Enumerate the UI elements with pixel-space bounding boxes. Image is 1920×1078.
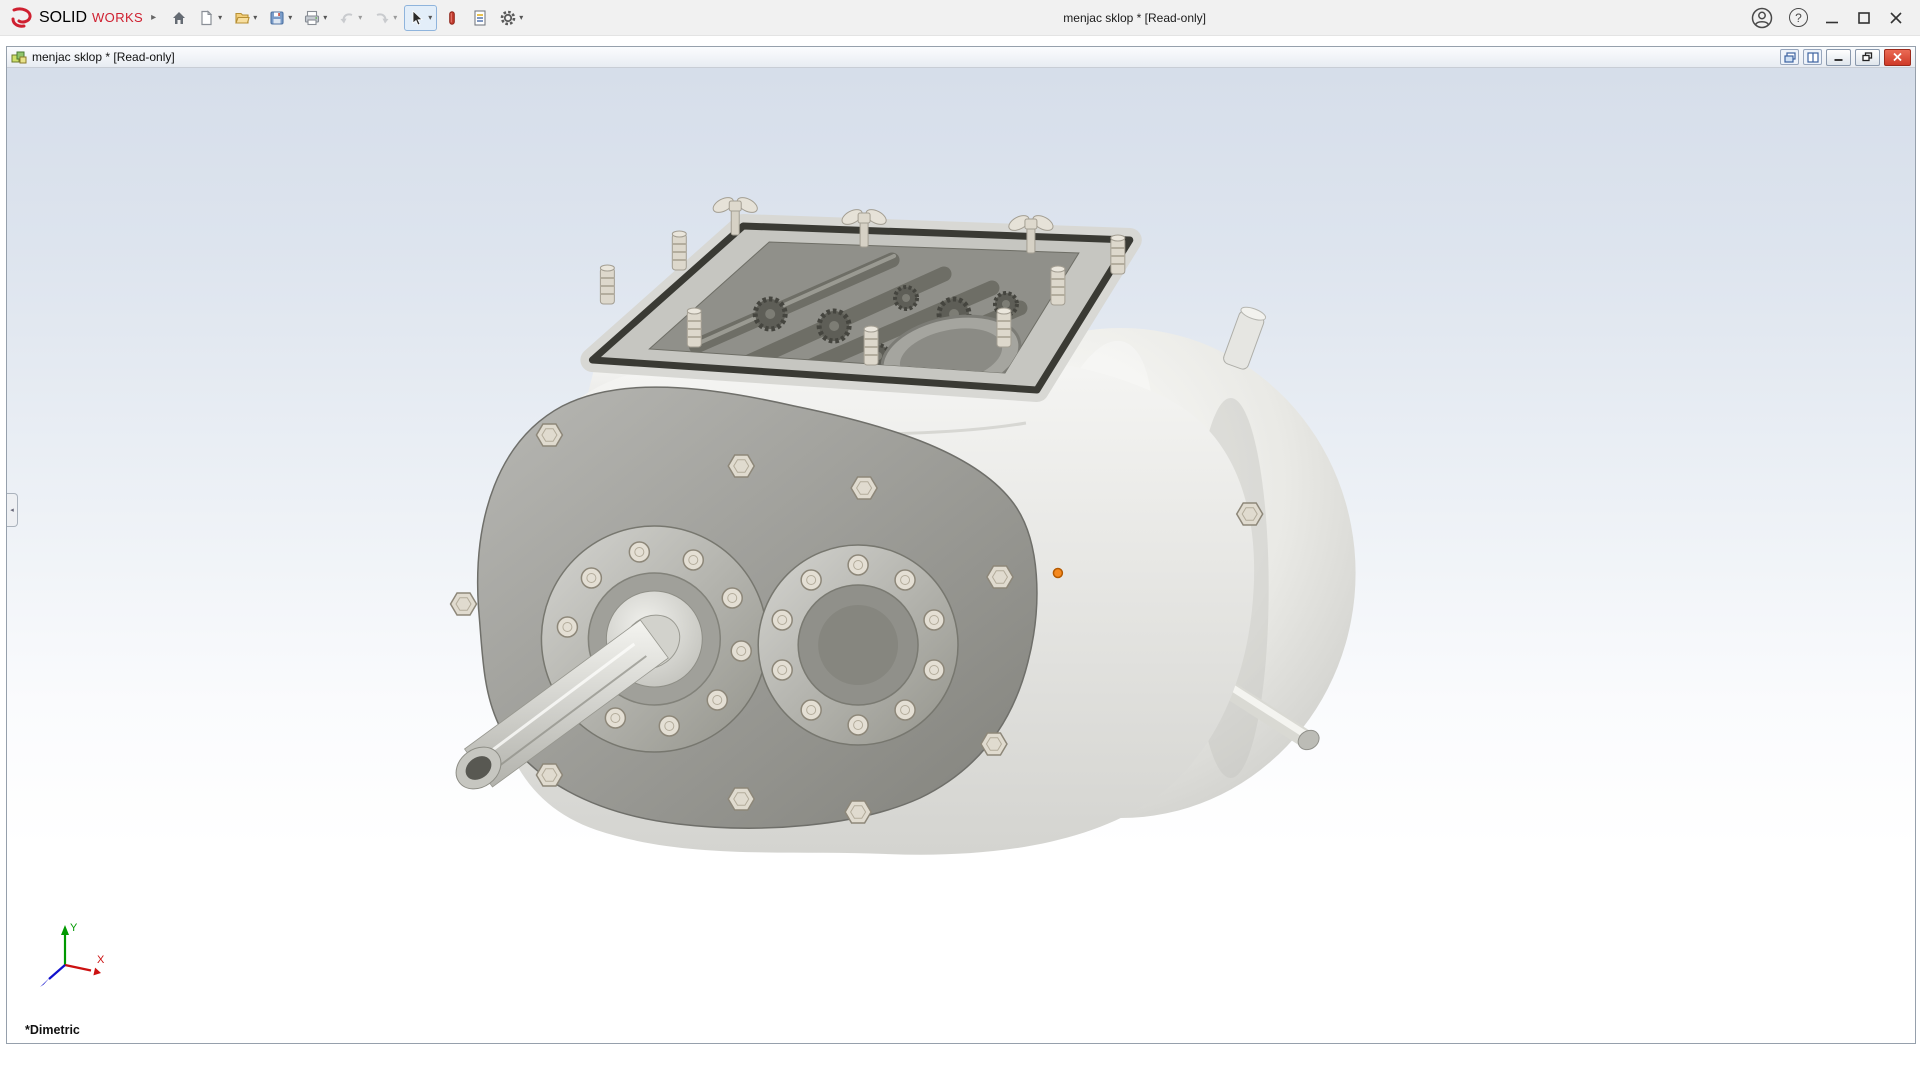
bearing-cover[interactable]	[757, 544, 959, 746]
save-icon	[270, 10, 284, 25]
triad-x-axis[interactable]	[93, 967, 101, 976]
options-dropdown-icon[interactable]: ▾	[519, 13, 523, 22]
orientation-triad[interactable]: Y X	[25, 917, 117, 1001]
file-properties-icon	[474, 9, 486, 26]
quick-access-toolbar: ▾ ▾ ▾ ▾ ▾ ▾ ▾ ▾	[166, 4, 528, 31]
select-dropdown-icon[interactable]: ▾	[428, 13, 432, 22]
redo-icon	[376, 12, 389, 23]
maximize-button[interactable]	[1856, 10, 1872, 26]
undo-dropdown-icon[interactable]: ▾	[358, 13, 362, 22]
document-window-controls	[1780, 48, 1911, 66]
document-titlebar[interactable]: menjac sklop * [Read-only]	[7, 47, 1915, 68]
open-button[interactable]: ▾	[229, 5, 262, 31]
save-dropdown-icon[interactable]: ▾	[288, 13, 292, 22]
options-button[interactable]: ▾	[495, 5, 528, 31]
triad-x-label: X	[97, 954, 105, 966]
triad-y-axis[interactable]	[61, 925, 69, 935]
dassault-3ds-logo-icon	[11, 6, 32, 28]
app-titlebar: SOLID WORKS ▸ ▾ ▾ ▾ ▾ ▾ ▾ ▾ ▾ menjac skl…	[0, 0, 1920, 36]
print-icon	[305, 10, 320, 25]
save-button[interactable]: ▾	[264, 5, 297, 31]
document-title: menjac sklop * [Read-only]	[32, 50, 175, 64]
new-document-icon	[201, 9, 213, 25]
brand-solid: SOLID	[39, 8, 88, 26]
stub-shaft[interactable]	[1222, 305, 1267, 371]
print-dropdown-icon[interactable]: ▾	[323, 13, 327, 22]
account-icon[interactable]	[1751, 7, 1773, 29]
file-properties-button[interactable]	[467, 5, 493, 31]
solidworks-resources-button[interactable]	[439, 5, 465, 31]
open-folder-icon	[235, 12, 250, 24]
doc-close-icon	[1893, 52, 1902, 62]
solidworks-logo: SOLID WORKS	[10, 6, 144, 29]
help-question-icon: ?	[1795, 10, 1802, 25]
help-button[interactable]: ?	[1789, 8, 1808, 27]
gearbox-model[interactable]	[7, 68, 1915, 1043]
graphics-viewport[interactable]: ◂ Y X *Dimetric	[7, 68, 1915, 1043]
minimize-button[interactable]	[1824, 10, 1840, 26]
tile-window-icon	[1806, 51, 1819, 63]
home-icon	[173, 11, 186, 24]
view-orientation-label: *Dimetric	[25, 1023, 80, 1037]
doc-restore-icon	[1862, 52, 1873, 62]
resources-pill-icon	[449, 10, 456, 25]
new-window-button[interactable]	[1780, 49, 1799, 65]
triad-y-label: Y	[70, 922, 78, 934]
undo-button[interactable]: ▾	[334, 5, 367, 31]
collapse-arrow-icon: ◂	[10, 507, 14, 514]
undo-icon	[340, 12, 353, 23]
close-button[interactable]	[1888, 10, 1904, 26]
brand-works: WORKS	[92, 10, 144, 25]
solidworks-window: SOLID WORKS ▸ ▾ ▾ ▾ ▾ ▾ ▾ ▾ ▾ menjac skl…	[0, 0, 1920, 1078]
document-window: menjac sklop * [Read-only] ◂ Y X *Dimetr…	[6, 46, 1916, 1044]
doc-minimize-button[interactable]	[1826, 48, 1851, 66]
window-controls: ?	[1741, 7, 1920, 29]
new-document-button[interactable]: ▾	[194, 5, 227, 31]
new-window-icon	[1783, 51, 1796, 63]
home-button[interactable]	[166, 5, 192, 31]
doc-restore-button[interactable]	[1855, 48, 1880, 66]
app-title: menjac sklop * [Read-only]	[1063, 10, 1207, 25]
select-cursor-icon	[412, 9, 424, 26]
tile-window-button[interactable]	[1803, 49, 1822, 65]
select-tool-button[interactable]: ▾	[404, 4, 438, 31]
featuremanager-collapsed-tab[interactable]: ◂	[7, 493, 18, 527]
assembly-document-icon	[11, 51, 27, 63]
print-button[interactable]: ▾	[299, 5, 332, 31]
gear-icon	[500, 10, 516, 25]
doc-minimize-icon	[1834, 59, 1843, 61]
redo-button[interactable]: ▾	[369, 5, 402, 31]
selection-marker	[1052, 567, 1064, 579]
new-document-dropdown-icon[interactable]: ▾	[218, 13, 222, 22]
open-dropdown-icon[interactable]: ▾	[253, 13, 257, 22]
redo-dropdown-icon[interactable]: ▾	[393, 13, 397, 22]
flyout-arrow-icon[interactable]: ▸	[151, 12, 156, 23]
doc-close-button[interactable]	[1884, 48, 1911, 66]
